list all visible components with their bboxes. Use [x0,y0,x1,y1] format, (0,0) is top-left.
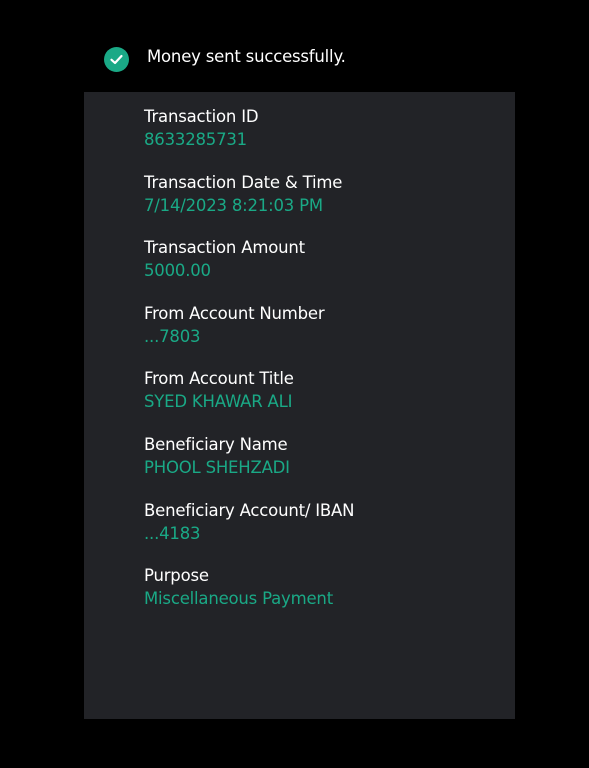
field-purpose: Purpose Miscellaneous Payment [144,564,354,630]
field-transaction-amount: Transaction Amount 5000.00 [144,236,354,302]
field-value: PHOOL SHEHZADI [144,457,290,477]
field-label: From Account Number [144,303,325,323]
field-label: From Account Title [144,369,294,389]
field-from-account-title: From Account Title SYED KHAWAR ALI [144,367,354,433]
field-value: 5000.00 [144,261,211,281]
transaction-details-panel: Transaction ID 8633285731 Transaction Da… [84,92,515,719]
success-status: Money sent successfully. [104,44,346,74]
field-label: Beneficiary Name [144,434,288,454]
field-label: Purpose [144,566,209,586]
field-label: Transaction Date & Time [144,172,343,192]
field-label: Transaction Amount [144,238,305,258]
field-value: ...7803 [144,326,201,346]
field-value: Miscellaneous Payment [144,589,333,609]
field-value: 7/14/2023 8:21:03 PM [144,195,323,215]
field-label: Transaction ID [144,107,259,126]
field-value: SYED KHAWAR ALI [144,392,293,412]
field-transaction-date-time: Transaction Date & Time 7/14/2023 8:21:0… [144,171,354,237]
field-value: 8633285731 [144,130,247,149]
check-circle-icon [104,46,129,72]
field-value: ...4183 [144,523,201,543]
field-from-account-number: From Account Number ...7803 [144,302,354,368]
success-message: Money sent successfully. [147,46,346,66]
field-beneficiary-account-iban: Beneficiary Account/ IBAN ...4183 [144,499,354,565]
transaction-fields: Transaction ID 8633285731 Transaction Da… [144,105,354,630]
field-transaction-id: Transaction ID 8633285731 [144,105,354,171]
field-beneficiary-name: Beneficiary Name PHOOL SHEHZADI [144,433,354,499]
field-label: Beneficiary Account/ IBAN [144,500,355,520]
